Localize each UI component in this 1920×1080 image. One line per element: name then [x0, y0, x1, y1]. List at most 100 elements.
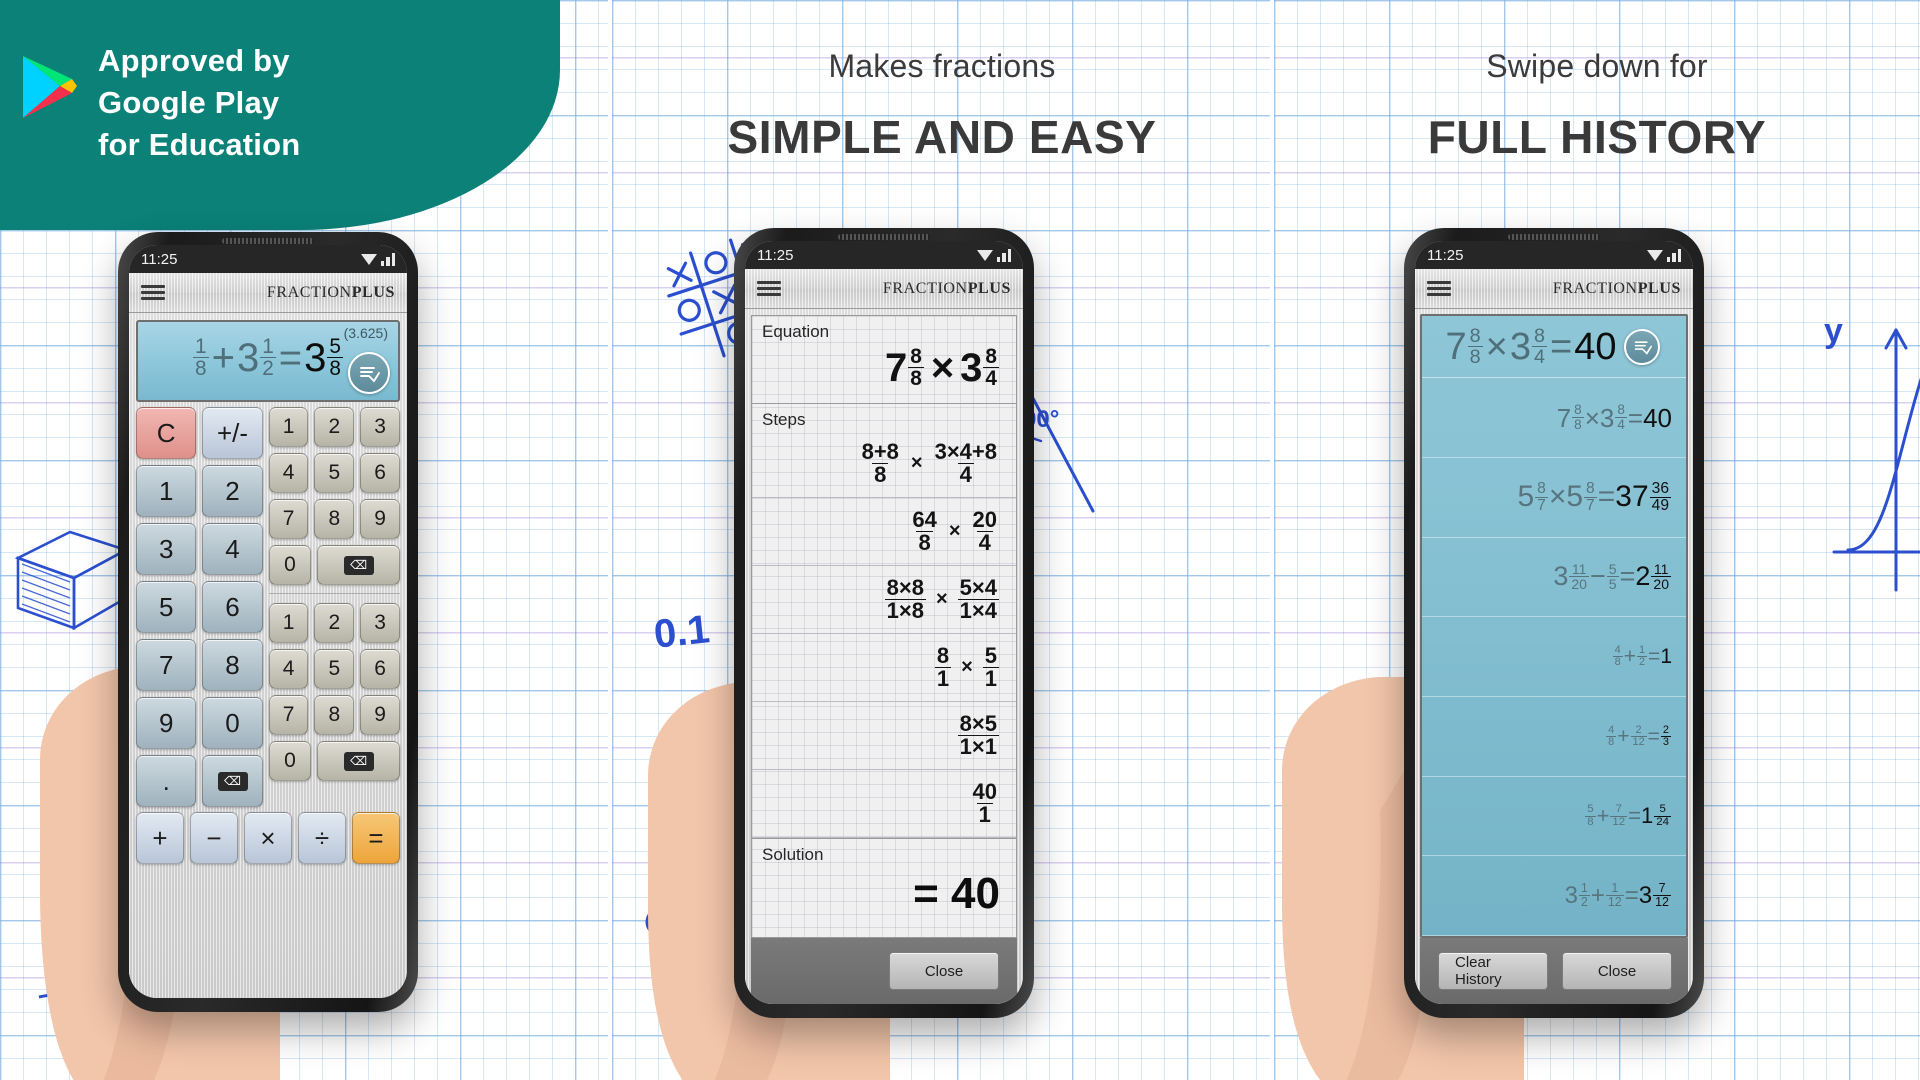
key-num-7[interactable]: 7: [268, 499, 309, 539]
key-num-9[interactable]: 9: [360, 499, 401, 539]
solution-section-label: Solution: [752, 838, 1016, 865]
key-num-3[interactable]: 3: [360, 407, 401, 447]
wifi-icon: [360, 253, 377, 265]
denominator-row-3: 7 8 9: [268, 695, 401, 735]
wifi-icon: [1646, 249, 1663, 261]
app-brand-title: FRACTIONPLUS: [266, 283, 395, 301]
key-den-7[interactable]: 7: [268, 695, 309, 735]
key-row-1: 1 2: [136, 465, 263, 517]
status-time: 11:25: [141, 250, 178, 268]
key-equals[interactable]: =: [352, 812, 400, 864]
history-panel[interactable]: 7 88 × 3 84 = 40 7 8 8 × 3 8 4 = 40 5 8 …: [1420, 314, 1688, 938]
app-bar: FRACTIONPLUS: [1415, 269, 1693, 309]
key-backspace-numerator[interactable]: ⌫: [317, 545, 400, 585]
google-play-icon: [23, 56, 77, 118]
key-whole-1[interactable]: 1: [136, 465, 197, 517]
key-whole-3[interactable]: 3: [136, 523, 197, 575]
key-den-0[interactable]: 0: [268, 741, 312, 781]
key-den-3[interactable]: 3: [360, 603, 401, 643]
numerator-row-1: 1 2 3: [268, 407, 401, 447]
result-mixed: 3 5 8: [304, 335, 343, 381]
key-row-3: 5 6: [136, 581, 263, 633]
key-num-2[interactable]: 2: [314, 407, 355, 447]
app-bar: FRACTIONPLUS: [745, 269, 1023, 309]
key-whole-9[interactable]: 9: [136, 697, 197, 749]
hamburger-menu-icon[interactable]: [141, 285, 165, 300]
key-num-5[interactable]: 5: [314, 453, 355, 493]
key-whole-0[interactable]: 0: [202, 697, 263, 749]
key-den-9[interactable]: 9: [360, 695, 401, 735]
badge-text-block: Approved by Google Play for Education: [98, 40, 300, 166]
key-backspace-whole[interactable]: ⌫: [202, 755, 263, 807]
equation-operator: ×: [930, 345, 955, 390]
denominator-row-2: 4 5 6: [268, 649, 401, 689]
key-whole-6[interactable]: 6: [202, 581, 263, 633]
history-item[interactable]: 587 × 587 = 37 36 49: [1422, 458, 1686, 538]
steps-section-label: Steps: [762, 410, 806, 430]
headline-main: FULL HISTORY: [1427, 111, 1767, 163]
history-list-icon[interactable]: [348, 352, 390, 394]
hamburger-menu-icon[interactable]: [1427, 281, 1451, 296]
hamburger-menu-icon[interactable]: [757, 281, 781, 296]
numerator-row-2: 4 5 6: [268, 453, 401, 493]
history-item[interactable]: 3 11 20 − 55 = 2 11 20: [1422, 538, 1686, 618]
left-keypad: C +/- 1 2 3 4 5 6 7 8 9 0 . ⌫: [136, 407, 263, 807]
key-num-6[interactable]: 6: [360, 453, 401, 493]
key-num-1[interactable]: 1: [268, 407, 309, 447]
key-row-6: . ⌫: [136, 755, 263, 807]
calculator-display[interactable]: (3.625) 1 8 + 3 1 2 = 3 5 8: [136, 320, 400, 402]
key-decimal-point[interactable]: .: [136, 755, 197, 807]
steps-sheet[interactable]: Equation 7 8 8 × 3 8 4 Steps 8+8 8 × 3×4…: [751, 315, 1017, 938]
close-button[interactable]: Close: [1562, 952, 1672, 990]
key-backspace-denominator[interactable]: ⌫: [317, 741, 400, 781]
key-minus[interactable]: −: [190, 812, 238, 864]
key-den-6[interactable]: 6: [360, 649, 401, 689]
current-operator: ×: [1485, 325, 1508, 368]
key-whole-7[interactable]: 7: [136, 639, 197, 691]
history-item[interactable]: 312 + 1 12 = 3 7 12: [1422, 856, 1686, 936]
key-row-clear: C +/-: [136, 407, 263, 459]
status-icons: [360, 252, 395, 266]
wifi-icon: [976, 249, 993, 261]
key-den-1[interactable]: 1: [268, 603, 309, 643]
clear-history-button[interactable]: Clear History: [1438, 952, 1548, 990]
key-den-5[interactable]: 5: [314, 649, 355, 689]
panel-full-history: Swipe down for FULL HISTORY y 300 32: [1274, 0, 1920, 1080]
operator-1: +: [211, 335, 235, 380]
key-clear[interactable]: C: [136, 407, 197, 459]
key-den-4[interactable]: 4: [268, 649, 309, 689]
key-den-2[interactable]: 2: [314, 603, 355, 643]
key-whole-8[interactable]: 8: [202, 639, 263, 691]
history-item[interactable]: 48 + 2 12 = 23: [1422, 697, 1686, 777]
key-den-8[interactable]: 8: [314, 695, 355, 735]
key-multiply[interactable]: ×: [244, 812, 292, 864]
key-plus[interactable]: +: [136, 812, 184, 864]
key-sign[interactable]: +/-: [202, 407, 263, 459]
step-row: 8×5 1×1: [752, 702, 1016, 771]
equals-sign: =: [278, 335, 303, 380]
history-item[interactable]: 788 × 384 = 40: [1422, 378, 1686, 458]
step-row: 8+8 8 × 3×4+8 4: [752, 430, 1016, 499]
status-time: 11:25: [1427, 246, 1464, 264]
history-item[interactable]: 58 + 7 12 = 1 5 24: [1422, 777, 1686, 857]
close-button[interactable]: Close: [889, 952, 999, 990]
keypad-region: C +/- 1 2 3 4 5 6 7 8 9 0 . ⌫ 1 2 3 4 5 …: [136, 407, 401, 807]
panel-divider-1: [608, 0, 612, 1080]
solution-block: = 40: [752, 865, 1016, 937]
key-whole-5[interactable]: 5: [136, 581, 197, 633]
operand-a-fraction: 1 8: [193, 335, 209, 381]
key-divide[interactable]: ÷: [298, 812, 346, 864]
history-list-icon[interactable]: [1624, 328, 1661, 365]
key-num-8[interactable]: 8: [314, 499, 355, 539]
equation-block: 7 8 8 × 3 8 4: [752, 342, 1016, 405]
history-item[interactable]: 48 + 12 = 1: [1422, 617, 1686, 697]
badge-line-1: Approved by: [98, 43, 290, 78]
key-num-0[interactable]: 0: [268, 545, 312, 585]
phone-speaker-grille: [838, 234, 930, 240]
status-bar: 11:25: [745, 241, 1023, 269]
key-whole-2[interactable]: 2: [202, 465, 263, 517]
key-whole-4[interactable]: 4: [202, 523, 263, 575]
app-brand-title: FRACTIONPLUS: [882, 279, 1011, 297]
key-num-4[interactable]: 4: [268, 453, 309, 493]
app-brand-title: FRACTIONPLUS: [1552, 279, 1681, 297]
